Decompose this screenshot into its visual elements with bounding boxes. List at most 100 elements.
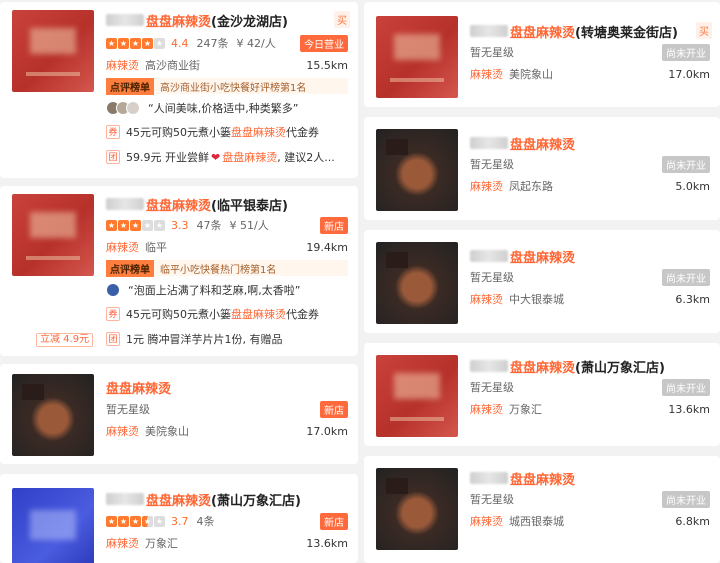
shop-name[interactable]: 盘盘麻辣烫 [470,469,710,488]
rank-tag: 点评榜单 [106,259,154,277]
no-rating: 暂无星级 [470,158,514,171]
shop-thumbnail[interactable] [12,488,94,563]
shop-name[interactable]: 盘盘麻辣烫 (萧山万象汇店) [470,357,710,376]
blurred-brand [106,493,144,505]
group-deal[interactable]: 团 59.9元 开业尝鲜 ❤ 盘盘麻辣烫, 建议2人... [106,149,348,165]
category-row: 麻辣烫 中大银泰城 6.3km [470,291,710,307]
rank-row[interactable]: 点评榜单 临平小吃快餐热门榜第1名 [106,259,348,277]
area: 高沙商业街 [145,59,200,72]
shop-card-linping[interactable]: 盘盘麻辣烫 (临平银泰店) ★ ★ ★ ★ ★ 3.3 47条 ¥ 51/人 新店 麻辣… [0,186,358,356]
star-icon: ★ [154,37,165,49]
status-badge: 今日营业 [300,34,348,52]
avg-price: ¥ 51/人 [229,219,269,232]
avg-price: ¥ 42/人 [236,37,276,50]
shop-thumbnail[interactable] [12,10,94,92]
coupon-tag: 券 [106,125,120,139]
category: 麻辣烫 [470,293,503,306]
rating-row: ★ ★ ★ ★ ★ 3.7 4条 新店 [106,512,348,530]
star-rating: ★ ★ ★ ★ ★ [106,37,165,49]
rating-score: 3.7 [171,514,189,528]
shop-card-xiangshan[interactable]: 盘盘麻辣烫 暂无星级 新店 麻辣烫 美院象山 17.0km [0,364,358,464]
shop-card-zhuantang[interactable]: 盘盘麻辣烫 (转塘奥莱金街店) 买 暂无星级 尚未开业 麻辣烫 美院象山 17.… [364,2,720,107]
rank-text: 高沙商业街小吃快餐好评榜第1名 [160,82,307,94]
rank-row[interactable]: 点评榜单 高沙商业街小吃快餐好评榜第1名 [106,77,348,95]
category: 麻辣烫 [106,241,139,254]
shop-thumbnail[interactable] [12,374,94,456]
star-icon: ★ [106,515,117,527]
shop-thumbnail[interactable] [376,129,458,211]
distance: 13.6km [668,402,710,416]
avatar [126,101,140,115]
distance: 17.0km [306,424,348,438]
star-icon: ★ [154,219,165,231]
area: 美院象山 [509,68,553,81]
heart-icon: ❤ [211,150,221,164]
rating-row: 暂无星级 尚未开业 [470,378,710,396]
shop-thumbnail[interactable] [376,16,458,98]
review-quote-row[interactable]: “人间美味,价格适中,种类繁多” [106,100,348,116]
status-badge: 尚未开业 [662,155,710,173]
category-row: 麻辣烫 美院象山 17.0km [470,66,710,82]
shop-thumbnail[interactable] [12,194,94,276]
review-quote: “泡面上沾满了料和芝麻,啊,太香啦” [128,284,301,297]
shop-name[interactable]: 盘盘麻辣烫 [470,134,710,153]
distance: 15.5km [306,58,348,72]
distance: 13.6km [306,536,348,550]
shop-thumbnail[interactable] [376,355,458,437]
blurred-brand [106,14,144,26]
star-rating: ★ ★ ★ ★ ★ [106,219,165,231]
coupon-deal[interactable]: 券 45元可购50元煮小篓 盘盘麻辣烫 代金券 [106,306,348,322]
category: 麻辣烫 [106,537,139,550]
avatar [106,283,120,297]
category-row: 麻辣烫 凤起东路 5.0km [470,178,710,194]
area: 城西银泰城 [509,515,564,528]
status-badge: 尚未开业 [662,490,710,508]
distance: 17.0km [668,67,710,81]
star-icon: ★ [142,219,153,231]
shop-thumbnail[interactable] [376,468,458,550]
distance: 19.4km [306,240,348,254]
no-rating: 暂无星级 [470,271,514,284]
shop-name[interactable]: 盘盘麻辣烫 (金沙龙湖店) [106,11,348,30]
no-rating: 暂无星级 [470,381,514,394]
rating-score: 3.3 [171,218,189,232]
shop-name[interactable]: 盘盘麻辣烫 (萧山万象汇店) [106,490,348,509]
category: 麻辣烫 [470,180,503,193]
distance: 6.3km [675,292,710,306]
category-row: 麻辣烫 万象汇 13.6km [106,535,348,551]
star-icon: ★ [106,37,117,49]
group-deal[interactable]: 团 1元 腾冲冒洋芋片片1份, 有赠品 [106,331,348,347]
shop-thumbnail[interactable] [376,242,458,324]
category-row: 麻辣烫 临平 19.4km [106,239,348,255]
shop-name[interactable]: 盘盘麻辣烫 [470,247,710,266]
shop-name[interactable]: 盘盘麻辣烫 (临平银泰店) [106,195,348,214]
blurred-brand [470,137,508,149]
area: 凤起东路 [509,180,553,193]
review-quote: “人间美味,价格适中,种类繁多” [148,102,299,115]
star-icon: ★ [130,37,141,49]
category-row: 麻辣烫 万象汇 13.6km [470,401,710,417]
review-quote-row[interactable]: “泡面上沾满了料和芝麻,啊,太香啦” [106,282,348,298]
blurred-brand [470,472,508,484]
shop-card-xiaoshan[interactable]: 盘盘麻辣烫 (萧山万象汇店) ★ ★ ★ ★ ★ 3.7 4条 新店 麻辣烫 万象汇 1… [0,474,358,563]
shop-card-xiaoshan-r[interactable]: 盘盘麻辣烫 (萧山万象汇店) 暂无星级 尚未开业 麻辣烫 万象汇 13.6km [364,343,720,446]
buy-tag: 买 [696,22,712,39]
shop-card-jinsha[interactable]: 盘盘麻辣烫 (金沙龙湖店) 买 ★ ★ ★ ★ ★ 4.4 247条 ¥ 42/人 今日… [0,2,358,178]
rank-tag: 点评榜单 [106,77,154,95]
shop-card-fengqi[interactable]: 盘盘麻辣烫 暂无星级 尚未开业 麻辣烫 凤起东路 5.0km [364,117,720,220]
rating-row: 暂无星级 尚未开业 [470,268,710,286]
status-badge: 尚未开业 [662,268,710,286]
rating-score: 4.4 [171,36,189,50]
star-icon: ★ [118,515,129,527]
shop-name[interactable]: 盘盘麻辣烫 [106,378,348,397]
shop-card-zhongda[interactable]: 盘盘麻辣烫 暂无星级 尚未开业 麻辣烫 中大银泰城 6.3km [364,230,720,333]
category: 麻辣烫 [106,59,139,72]
shop-card-chengxi[interactable]: 盘盘麻辣烫 暂无星级 尚未开业 麻辣烫 城西银泰城 6.8km [364,456,720,563]
coupon-deal[interactable]: 券 45元可购50元煮小篓 盘盘麻辣烫 代金券 [106,124,348,140]
shop-name[interactable]: 盘盘麻辣烫 (转塘奥莱金街店) [470,22,710,41]
blurred-brand [470,360,508,372]
category-row: 麻辣烫 城西银泰城 6.8km [470,513,710,529]
rating-row: 暂无星级 尚未开业 [470,43,710,61]
area: 万象汇 [509,403,542,416]
area: 美院象山 [145,425,189,438]
